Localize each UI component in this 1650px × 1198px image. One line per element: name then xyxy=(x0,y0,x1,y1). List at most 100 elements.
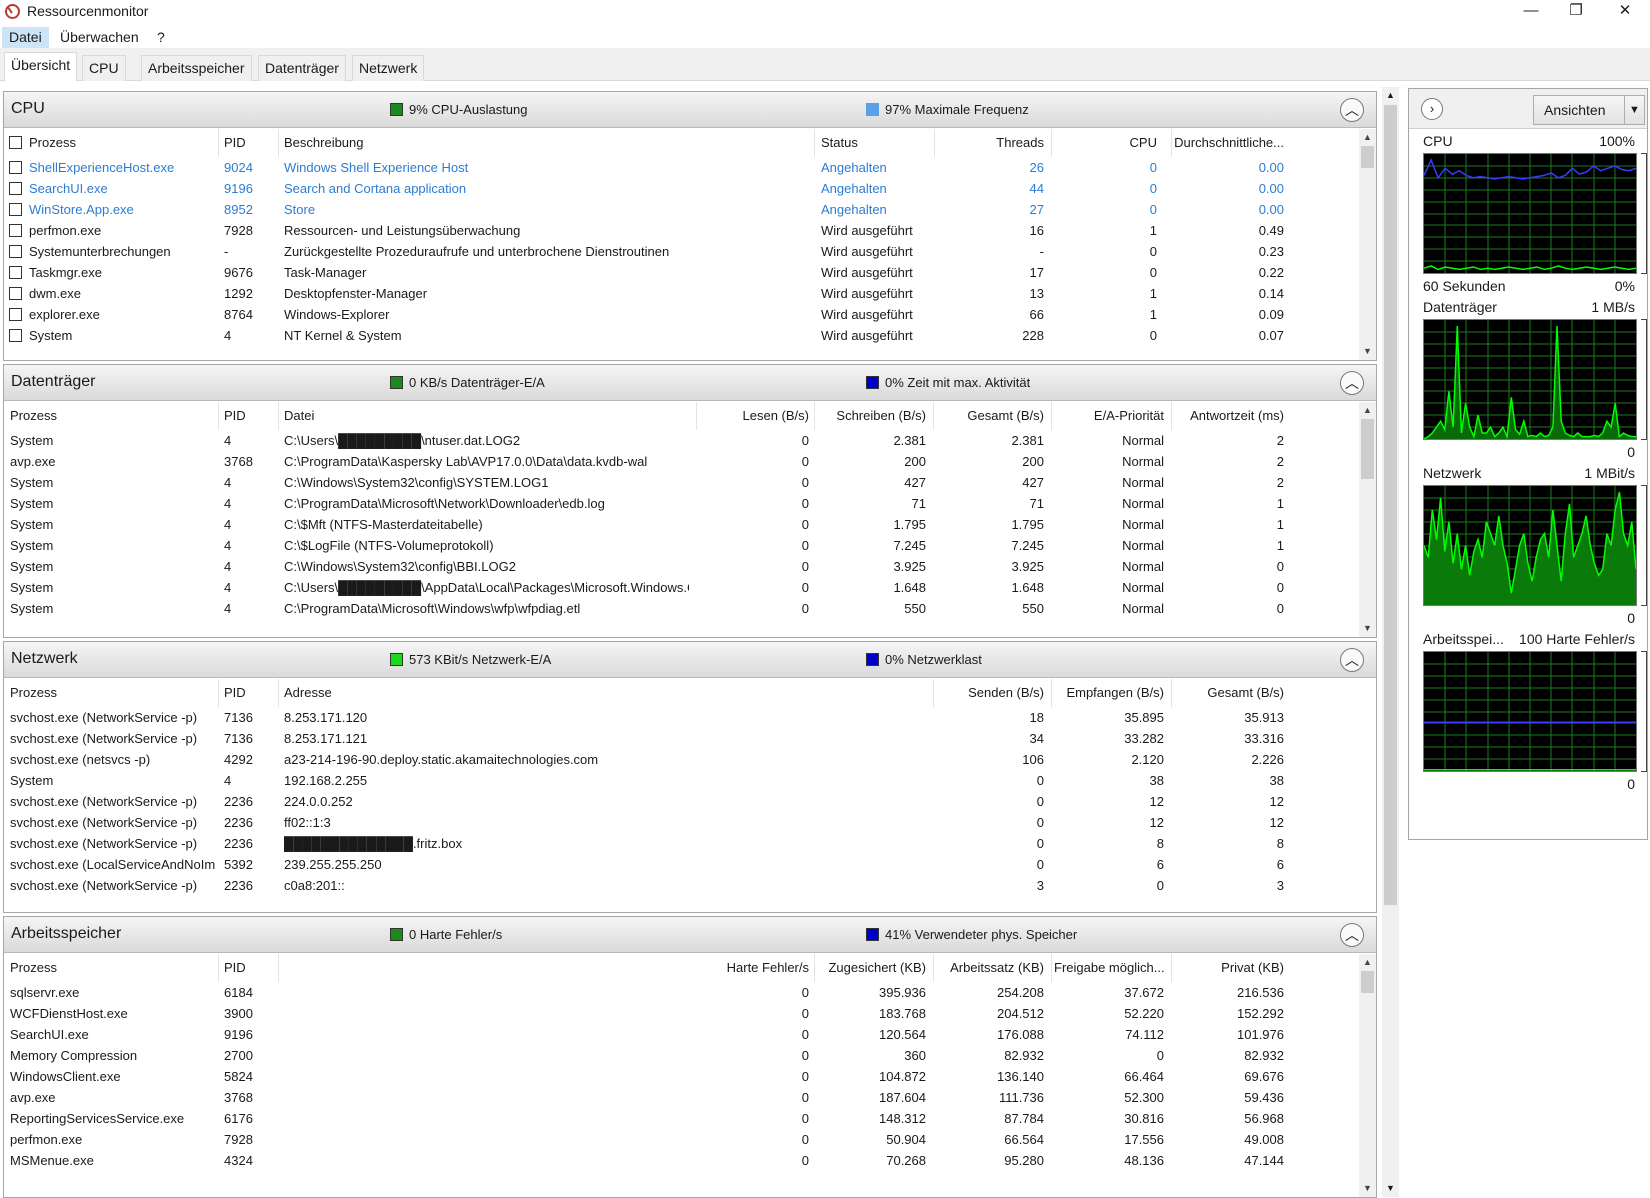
cpu-table-row[interactable]: Systemunterbrechungen - Zurückgestellte Pr… xyxy=(4,241,1354,262)
cpu-section-header[interactable]: CPU 9% CPU-Auslastung 97% Maximale Frequ… xyxy=(4,92,1376,128)
tab-cpu[interactable]: CPU xyxy=(82,55,126,81)
menu-help[interactable]: ? xyxy=(150,27,172,48)
column-header-commit[interactable]: Zugesichert (KB) xyxy=(816,954,926,982)
scroll-up-icon[interactable]: ▲ xyxy=(1359,954,1376,971)
cpu-table-row[interactable]: WinStore.App.exe 8952 Store Angehalten 27 0 0.… xyxy=(4,199,1354,220)
scroll-down-icon[interactable]: ▼ xyxy=(1359,343,1376,360)
column-header-pid[interactable]: PID xyxy=(224,679,274,707)
network-table-row[interactable]: svchost.exe (LocalServiceAndNoIm... 5392 2… xyxy=(4,854,1354,875)
scroll-down-icon[interactable]: ▼ xyxy=(1359,1180,1376,1197)
memory-table-row[interactable]: perfmon.exe 7928 0 50.904 66.564 17.556 49.008 xyxy=(4,1129,1354,1150)
column-header-name[interactable]: Prozess xyxy=(10,679,215,707)
process-checkbox[interactable] xyxy=(9,224,22,237)
memory-table-row[interactable]: avp.exe 3768 0 187.604 111.736 52.300 59.436 xyxy=(4,1087,1354,1108)
network-table-row[interactable]: svchost.exe (NetworkService -p) 2236 224.0… xyxy=(4,791,1354,812)
disk-collapse-button[interactable]: ︿ xyxy=(1340,371,1364,395)
dropdown-arrow-icon[interactable]: ▼ xyxy=(1624,96,1644,124)
memory-table-row[interactable]: sqlservr.exe 6184 0 395.936 254.208 37.672 216… xyxy=(4,982,1354,1003)
column-header-pid[interactable]: PID xyxy=(224,402,274,430)
column-header-write[interactable]: Schreiben (B/s) xyxy=(816,402,926,430)
network-collapse-button[interactable]: ︿ xyxy=(1340,648,1364,672)
cpu-table-row[interactable]: explorer.exe 8764 Windows-Explorer Wird aus… xyxy=(4,304,1354,325)
disk-table-row[interactable]: System 4 C:\Windows\System32\config\BBI.LO… xyxy=(4,556,1354,577)
disk-table-row[interactable]: System 4 C:\ProgramData\Microsoft\Windows\… xyxy=(4,598,1354,619)
network-table-row[interactable]: System 4 192.168.2.255 0 38 38 xyxy=(4,770,1354,791)
process-checkbox[interactable] xyxy=(9,203,22,216)
column-header-faults[interactable]: Harte Fehler/s xyxy=(684,954,809,982)
column-header-resp[interactable]: Antwortzeit (ms) xyxy=(1174,402,1284,430)
memory-table-row[interactable]: MSMenue.exe 4324 0 70.268 95.280 48.136 47.144 xyxy=(4,1150,1354,1171)
column-header-file[interactable]: Datei xyxy=(284,402,689,430)
disk-table-row[interactable]: System 4 C:\ProgramData\Microsoft\Network\… xyxy=(4,493,1354,514)
process-checkbox[interactable] xyxy=(9,329,22,342)
scroll-up-icon[interactable]: ▲ xyxy=(1359,402,1376,419)
network-table-row[interactable]: svchost.exe (netsvcs -p) 4292 a23-214-196-… xyxy=(4,749,1354,770)
cpu-scrollbar[interactable]: ▲ ▼ xyxy=(1359,129,1376,360)
scroll-down-icon[interactable]: ▼ xyxy=(1359,620,1376,637)
overview-scrollbar[interactable]: ▲ ▼ xyxy=(1382,87,1399,1197)
column-header-priv[interactable]: Privat (KB) xyxy=(1174,954,1284,982)
scroll-down-icon[interactable]: ▼ xyxy=(1382,1180,1399,1197)
disk-table-row[interactable]: avp.exe 3768 C:\ProgramData\Kaspersky Lab\… xyxy=(4,451,1354,472)
network-table-row[interactable]: svchost.exe (NetworkService -p) 2236 c0a8:… xyxy=(4,875,1354,896)
tab-arbeitsspeicher[interactable]: Arbeitsspeicher xyxy=(141,55,252,81)
close-button[interactable]: ✕ xyxy=(1600,0,1650,24)
memory-collapse-button[interactable]: ︿ xyxy=(1340,923,1364,947)
cpu-table-row[interactable]: Taskmgr.exe 9676 Task-Manager Wird ausgefüh… xyxy=(4,262,1354,283)
tab-uebersicht[interactable]: Übersicht xyxy=(4,52,78,82)
column-header-ws[interactable]: Arbeitssatz (KB) xyxy=(934,954,1044,982)
disk-table-row[interactable]: System 4 C:\Windows\System32\config\SYSTEM… xyxy=(4,472,1354,493)
tab-netzwerk[interactable]: Netzwerk xyxy=(352,55,425,81)
cpu-table-row[interactable]: ShellExperienceHost.exe 9024 Windows Shell… xyxy=(4,157,1354,178)
process-checkbox[interactable] xyxy=(9,245,22,258)
memory-section-header[interactable]: Arbeitsspeicher 0 Harte Fehler/s 41% Ver… xyxy=(4,917,1376,953)
disk-scrollbar[interactable]: ▲ ▼ xyxy=(1359,402,1376,637)
menu-datei[interactable]: Datei xyxy=(2,27,49,48)
process-checkbox[interactable] xyxy=(9,287,22,300)
column-header-send[interactable]: Senden (B/s) xyxy=(934,679,1044,707)
column-header-name[interactable]: Prozess xyxy=(29,129,219,157)
memory-scrollbar[interactable]: ▲ ▼ xyxy=(1359,954,1376,1197)
memory-table-row[interactable]: Memory Compression 2700 0 360 82.932 0 82.932 xyxy=(4,1045,1354,1066)
tab-datentraeger[interactable]: Datenträger xyxy=(258,55,346,81)
views-button[interactable]: Ansichten ▼ xyxy=(1533,95,1645,125)
column-header-avg[interactable]: Durchschnittliche... xyxy=(1174,129,1284,157)
column-header-status[interactable]: Status xyxy=(821,129,931,157)
maximize-button[interactable]: ❐ xyxy=(1554,0,1598,24)
select-all-checkbox[interactable] xyxy=(9,136,22,149)
network-table-row[interactable]: svchost.exe (NetworkService -p) 2236 █████… xyxy=(4,833,1354,854)
process-checkbox[interactable] xyxy=(9,266,22,279)
cpu-table-row[interactable]: perfmon.exe 7928 Ressourcen- und Leistungs… xyxy=(4,220,1354,241)
column-header-total[interactable]: Gesamt (B/s) xyxy=(934,402,1044,430)
memory-table-row[interactable]: SearchUI.exe 9196 0 120.564 176.088 74.112 101… xyxy=(4,1024,1354,1045)
minimize-button[interactable]: — xyxy=(1508,0,1554,24)
column-header-prio[interactable]: E/A-Priorität xyxy=(1054,402,1164,430)
column-header-name[interactable]: Prozess xyxy=(10,954,215,982)
cpu-table-row[interactable]: dwm.exe 1292 Desktopfenster-Manager Wird au… xyxy=(4,283,1354,304)
network-table-row[interactable]: svchost.exe (NetworkService -p) 2236 ff02:… xyxy=(4,812,1354,833)
collapse-sidebar-icon[interactable]: › xyxy=(1421,98,1443,120)
network-section-header[interactable]: Netzwerk 573 KBit/s Netzwerk-E/A 0% Netz… xyxy=(4,642,1376,678)
disk-table-row[interactable]: System 4 C:\Users\█████████\AppData\Local\… xyxy=(4,577,1354,598)
network-table-row[interactable]: svchost.exe (NetworkService -p) 7136 8.253… xyxy=(4,728,1354,749)
column-header-cpu[interactable]: CPU xyxy=(1054,129,1157,157)
column-header-pid[interactable]: PID xyxy=(224,129,274,157)
process-checkbox[interactable] xyxy=(9,308,22,321)
cpu-table-row[interactable]: System 4 NT Kernel & System Wird ausgeführt… xyxy=(4,325,1354,346)
disk-table-row[interactable]: System 4 C:\$Mft (NTFS-Masterdateitabelle)… xyxy=(4,514,1354,535)
column-header-pid[interactable]: PID xyxy=(224,954,274,982)
column-header-desc[interactable]: Beschreibung xyxy=(284,129,814,157)
cpu-table-row[interactable]: SearchUI.exe 9196 Search and Cortana appli… xyxy=(4,178,1354,199)
column-header-name[interactable]: Prozess xyxy=(10,402,215,430)
disk-section-header[interactable]: Datenträger 0 KB/s Datenträger-E/A 0% Ze… xyxy=(4,365,1376,401)
memory-table-row[interactable]: ReportingServicesService.exe 6176 0 148.312… xyxy=(4,1108,1354,1129)
network-table-row[interactable]: svchost.exe (NetworkService -p) 7136 8.253… xyxy=(4,707,1354,728)
disk-table-row[interactable]: System 4 C:\Users\█████████\ntuser.dat.LOG… xyxy=(4,430,1354,451)
process-checkbox[interactable] xyxy=(9,161,22,174)
column-header-share[interactable]: Freigabe möglich... xyxy=(1054,954,1164,982)
column-header-addr[interactable]: Adresse xyxy=(284,679,924,707)
column-header-recv[interactable]: Empfangen (B/s) xyxy=(1054,679,1164,707)
column-header-read[interactable]: Lesen (B/s) xyxy=(699,402,809,430)
process-checkbox[interactable] xyxy=(9,182,22,195)
scroll-up-icon[interactable]: ▲ xyxy=(1359,129,1376,146)
